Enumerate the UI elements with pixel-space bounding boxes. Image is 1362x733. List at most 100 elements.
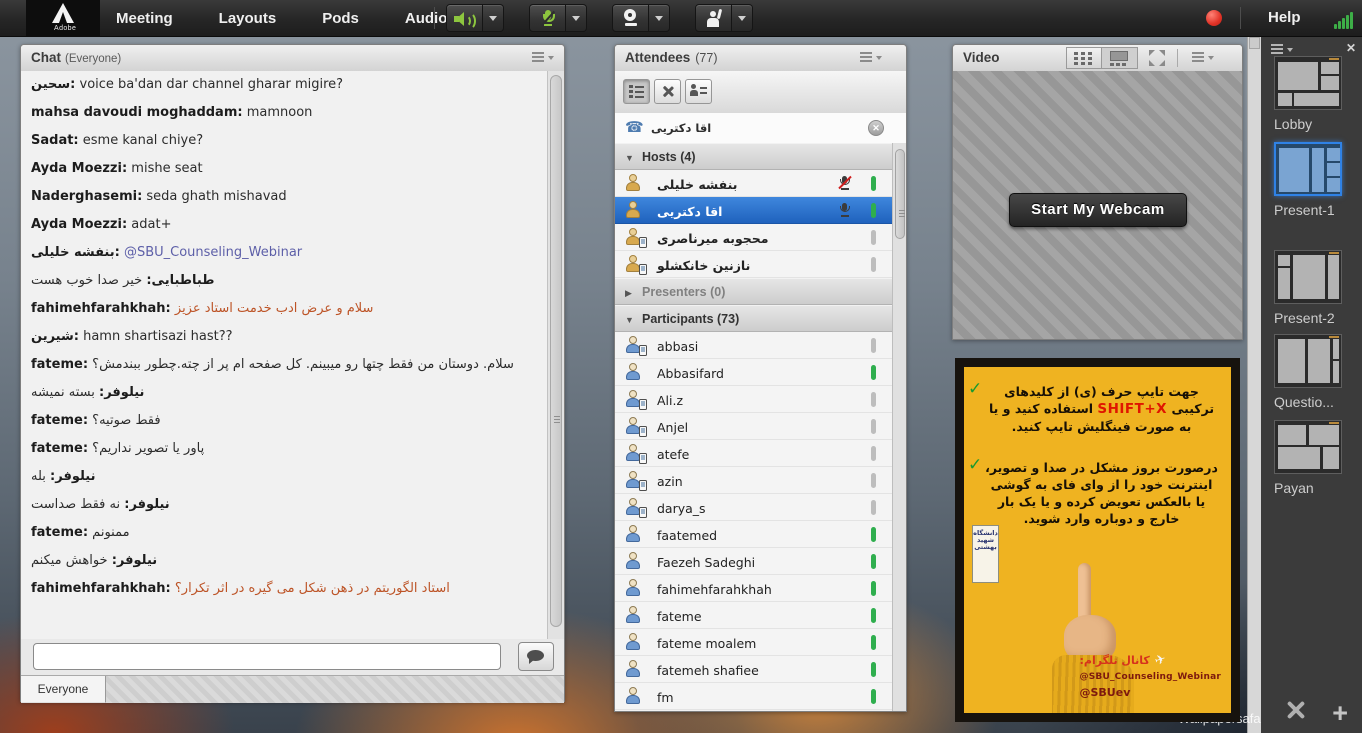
attendee-row[interactable]: بنفشه خلیلی <box>615 170 892 197</box>
menu-layouts[interactable]: Layouts <box>219 10 277 27</box>
webcam-button[interactable] <box>612 4 649 32</box>
phone-badge-icon <box>639 507 647 518</box>
layout-tools-icon[interactable] <box>1285 699 1307 721</box>
participant-avatar <box>624 471 644 489</box>
menu-meeting[interactable]: Meeting <box>116 10 173 27</box>
attendee-row[interactable]: faatemed <box>615 521 892 548</box>
chat-message-text: سلام و عرض ادب خدمت استاد عزیز <box>171 301 374 316</box>
layout-item-present1[interactable]: Present-1 <box>1274 142 1350 218</box>
menu-pods[interactable]: Pods <box>322 10 359 27</box>
layout-item-lobby[interactable]: Lobby <box>1274 56 1350 132</box>
connection-signal-icon[interactable] <box>1334 11 1358 29</box>
help-menu[interactable]: Help <box>1268 9 1301 26</box>
telegram-handle-1: @SBU_Counseling_Webinar <box>1080 672 1222 682</box>
attendee-name: Faezeh Sadeghi <box>657 555 755 570</box>
attendee-row[interactable]: fahimehfarahkhah <box>615 575 892 602</box>
attendee-group-header[interactable]: ▼Participants (73) <box>615 305 892 332</box>
raise-hand-button[interactable] <box>695 4 732 32</box>
attendee-row[interactable]: darya_s <box>615 494 892 521</box>
attendees-scrollbar-thumb[interactable] <box>895 149 905 239</box>
layout-item-questions[interactable]: Questio... <box>1274 334 1350 410</box>
attendee-row[interactable]: abbasi <box>615 332 892 359</box>
connection-status-bar <box>871 203 876 218</box>
attendee-row[interactable]: fateme <box>615 602 892 629</box>
fullscreen-icon[interactable] <box>1149 50 1165 66</box>
video-title: Video <box>963 50 1000 65</box>
attendee-group-header[interactable]: ▼Hosts (4) <box>615 143 892 170</box>
layout-item-payan[interactable]: Payan <box>1274 420 1350 496</box>
attendee-status-view-button[interactable] <box>685 79 712 104</box>
poster-tip-1: ✓ جهت تایپ حرف (ی) از کلیدهای ترکیبی SHI… <box>984 367 1219 435</box>
start-webcam-button[interactable]: Start My Webcam <box>1009 193 1187 227</box>
grid-view-icon <box>1074 52 1094 66</box>
attendee-row[interactable]: Abbasifard <box>615 359 892 386</box>
filmstrip-view-button[interactable] <box>1102 47 1138 69</box>
layout-thumbnail-present1[interactable] <box>1274 142 1342 196</box>
attendee-row[interactable]: azin <box>615 467 892 494</box>
share-pod-scrollbar[interactable] <box>1247 36 1261 733</box>
chat-message-sender: fateme: <box>31 413 88 428</box>
layout-thumbnail-questions[interactable] <box>1274 334 1342 388</box>
chat-scrollbar-thumb[interactable] <box>550 75 562 627</box>
shift-x-key-label: SHIFT+X <box>1097 401 1167 417</box>
attendee-row[interactable]: fatemeh shafiee <box>615 656 892 683</box>
attendee-row[interactable]: Faezeh Sadeghi <box>615 548 892 575</box>
host-avatar <box>624 174 644 192</box>
chat-input[interactable] <box>33 643 501 670</box>
connection-status-bar <box>871 446 876 461</box>
participant-avatar <box>624 660 644 678</box>
chat-message-text: @SBU_Counseling_Webinar <box>120 245 302 260</box>
layout-thumbnail-payan[interactable] <box>1274 420 1342 474</box>
sidebar-menu-icon[interactable] <box>1271 44 1293 56</box>
menu-audio[interactable]: Audio <box>405 10 448 27</box>
attendees-scrollbar[interactable] <box>892 143 906 711</box>
filmstrip-view-icon <box>1110 51 1128 61</box>
raise-hand-dropdown[interactable] <box>732 4 753 32</box>
connection-status-bar <box>871 392 876 407</box>
chat-message: Naderghasemi: seda ghath mishavad <box>21 183 564 211</box>
attendees-pod-menu-icon[interactable] <box>860 52 882 64</box>
chat-pod-header: Chat(Everyone) <box>21 45 564 72</box>
participant-avatar <box>624 363 644 381</box>
microphone-dropdown[interactable] <box>566 4 587 32</box>
add-layout-icon[interactable]: + <box>1332 698 1348 729</box>
microphone-button[interactable] <box>529 4 566 32</box>
connection-status-bar <box>871 662 876 677</box>
participant-avatar <box>624 336 644 354</box>
chat-message-sender: شیرین: <box>31 329 79 344</box>
grid-view-button[interactable] <box>1066 47 1102 69</box>
tab-everyone[interactable]: Everyone <box>21 676 106 703</box>
send-message-button[interactable] <box>518 642 554 671</box>
layout-thumbnail-lobby[interactable] <box>1274 56 1342 110</box>
attendee-row[interactable]: fm <box>615 683 892 710</box>
attendee-list-view-button[interactable] <box>623 79 650 104</box>
chat-message-text: بسته نمیشه <box>31 385 99 400</box>
thumbnail-accent <box>1329 422 1339 424</box>
attendee-row[interactable]: اقا دکتریی <box>615 197 892 224</box>
chat-message: طباطبایی: خیر صدا خوب هست <box>21 267 564 295</box>
chat-scrollbar[interactable] <box>547 71 564 639</box>
attendee-row[interactable]: fateme moalem <box>615 629 892 656</box>
sidebar-close-icon[interactable]: ✕ <box>1346 41 1356 55</box>
webcam-dropdown[interactable] <box>649 4 670 32</box>
attendee-group-header[interactable]: ▶Presenters (0) <box>615 278 892 305</box>
layout-thumbnail-present2[interactable] <box>1274 250 1342 304</box>
attendee-row[interactable]: Ali.z <box>615 386 892 413</box>
chat-message-sender: نیلوفر: <box>50 469 95 484</box>
video-view-toggle <box>1066 47 1138 69</box>
chat-pod-menu-icon[interactable] <box>532 52 554 64</box>
speaker-dropdown[interactable] <box>483 4 504 32</box>
video-pod-menu-icon[interactable] <box>1192 52 1214 64</box>
layout-label: Lobby <box>1274 116 1350 132</box>
speaker-button[interactable] <box>446 4 483 32</box>
clear-active-speaker-button[interactable]: ✕ <box>868 120 884 136</box>
breakout-view-button[interactable] <box>654 79 681 104</box>
participant-avatar <box>624 390 644 408</box>
attendee-row[interactable]: atefe <box>615 440 892 467</box>
attendee-row[interactable]: محجوبه میرناصری <box>615 224 892 251</box>
chat-message-text: mamnoon <box>243 105 313 120</box>
chat-message-text: adat+ <box>127 217 171 232</box>
attendee-row[interactable]: Anjel <box>615 413 892 440</box>
attendee-row[interactable]: نازنین خانکشلو <box>615 251 892 278</box>
layout-item-present2[interactable]: Present-2 <box>1274 250 1350 326</box>
